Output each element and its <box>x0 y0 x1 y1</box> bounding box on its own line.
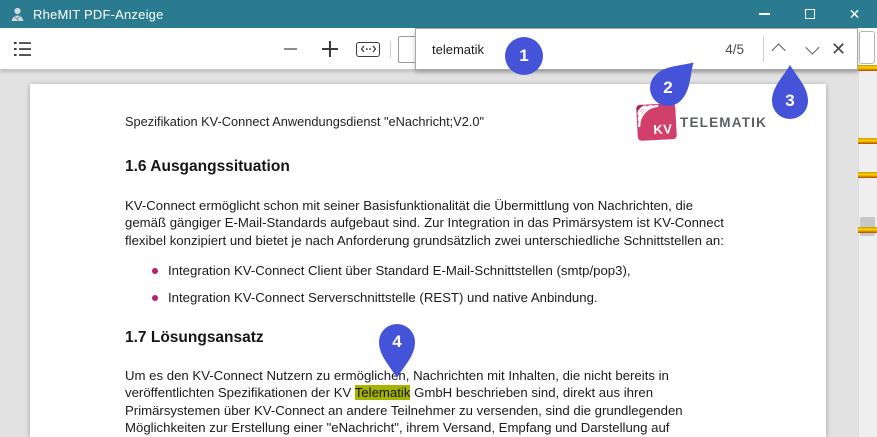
logo-telematik-text: TELEMATIK <box>680 115 767 130</box>
annotation-badge-1: 1 <box>505 37 543 75</box>
fit-width-button[interactable] <box>352 28 384 70</box>
vertical-scrollbar[interactable] <box>858 70 877 437</box>
paragraph-ausgangssituation: KV-Connect ermöglicht schon mit seiner B… <box>125 197 724 249</box>
bullet-text: Integration KV-Connect Serverschnittstel… <box>168 290 598 305</box>
search-match-marker <box>858 227 877 233</box>
document-header-line: Spezifikation KV-Connect Anwendungsdiens… <box>125 114 484 129</box>
toolbar-separator <box>390 41 391 58</box>
paragraph-line: flexibel konzipiert und bietet je nach A… <box>125 232 724 249</box>
badge-number: 3 <box>785 91 794 111</box>
badge-number: 2 <box>663 78 672 98</box>
app-logo-icon <box>9 6 26 23</box>
scrollbar-top-box[interactable] <box>859 31 875 64</box>
highlighted-search-match: Telematik <box>355 385 411 400</box>
titlebar: RheMIT PDF-Anzeige ✕ <box>0 0 877 28</box>
bullet-text: Integration KV-Connect Client über Stand… <box>168 263 631 278</box>
window-title: RheMIT PDF-Anzeige <box>33 7 164 22</box>
close-button[interactable]: ✕ <box>832 0 877 28</box>
section-heading-1-7: 1.7 Lösungsansatz <box>125 329 264 347</box>
bullet-icon <box>152 268 158 274</box>
annotation-badge-4: 4 <box>377 322 417 382</box>
minimize-icon <box>759 13 770 15</box>
text-segment: veröffentlichten Spezifikationen der KV <box>125 385 355 400</box>
minus-icon <box>284 48 297 50</box>
badge-number: 4 <box>392 332 401 352</box>
find-close-button[interactable]: ✕ <box>826 28 857 70</box>
paragraph-line: Primärsystemen über KV-Connect an andere… <box>125 402 683 419</box>
annotation-badge-3: 3 <box>770 81 810 141</box>
match-counter: 4/5 <box>725 42 744 57</box>
maximize-button[interactable] <box>787 0 832 28</box>
search-match-marker <box>858 138 877 144</box>
chevron-down-icon <box>805 41 819 55</box>
search-match-marker <box>858 172 877 178</box>
plus-icon <box>322 41 338 57</box>
pdf-page: Spezifikation KV-Connect Anwendungsdiens… <box>30 84 826 437</box>
section-heading-1-6: 1.6 Ausgangssituation <box>125 158 290 176</box>
annotation-badge-2: 2 <box>648 68 688 128</box>
zoom-out-button[interactable] <box>276 28 304 70</box>
maximize-icon <box>805 9 815 19</box>
zoom-in-button[interactable] <box>316 28 344 70</box>
fit-width-icon <box>356 42 380 57</box>
close-icon: ✕ <box>849 7 861 21</box>
paragraph-line: veröffentlichten Spezifikationen der KV … <box>125 384 683 401</box>
find-input[interactable]: telematik <box>432 42 484 57</box>
search-match-marker <box>858 65 877 71</box>
outline-sidebar-toggle-button[interactable] <box>13 41 33 57</box>
paragraph-line: gemäß gängiger E-Mail-Standards aufgebau… <box>125 214 724 231</box>
chevron-up-icon <box>771 43 785 57</box>
bullet-icon <box>152 295 158 301</box>
paragraph-line: Möglichkeiten zur Erstellung einer "eNac… <box>125 419 683 436</box>
minimize-button[interactable] <box>742 0 787 28</box>
text-segment: GmbH beschrieben sind, direkt aus ihren <box>410 385 653 400</box>
list-item: Integration KV-Connect Client über Stand… <box>152 263 631 278</box>
paragraph-line: KV-Connect ermöglicht schon mit seiner B… <box>125 197 724 214</box>
close-find-icon: ✕ <box>831 39 846 60</box>
list-item: Integration KV-Connect Serverschnittstel… <box>152 290 598 305</box>
